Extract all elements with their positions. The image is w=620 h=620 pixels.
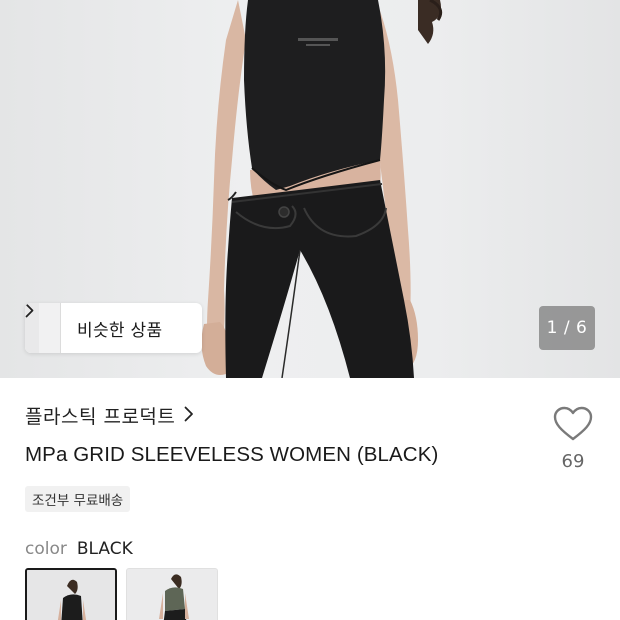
- like-button[interactable]: 69: [548, 406, 598, 472]
- similar-products-button[interactable]: 비슷한 상품: [25, 303, 202, 353]
- image-pager: 1 / 6: [539, 306, 595, 350]
- brand-name: 플라스틱 프로덕트: [25, 406, 176, 428]
- brand-link[interactable]: 플라스틱 프로덕트: [25, 402, 194, 429]
- product-image[interactable]: 비슷한 상품 1 / 6: [0, 0, 620, 378]
- color-label: color: [25, 539, 67, 559]
- chevron-right-icon: [184, 406, 194, 426]
- color-value: BLACK: [76, 539, 133, 559]
- similar-products-label: 비슷한 상품: [77, 320, 163, 341]
- like-count: 69: [561, 451, 585, 472]
- color-swatch-black[interactable]: [25, 568, 117, 620]
- swatch-khaki-image: [127, 569, 217, 620]
- shipping-badge: 조건부 무료배송: [25, 486, 131, 512]
- heart-icon[interactable]: [553, 406, 593, 446]
- color-option-row: color BLACK: [25, 539, 133, 559]
- swatch-black-image: [27, 570, 115, 620]
- product-title: MPa GRID SLEEVELESS WOMEN (BLACK): [25, 443, 439, 466]
- color-swatch-khaki[interactable]: [126, 568, 218, 620]
